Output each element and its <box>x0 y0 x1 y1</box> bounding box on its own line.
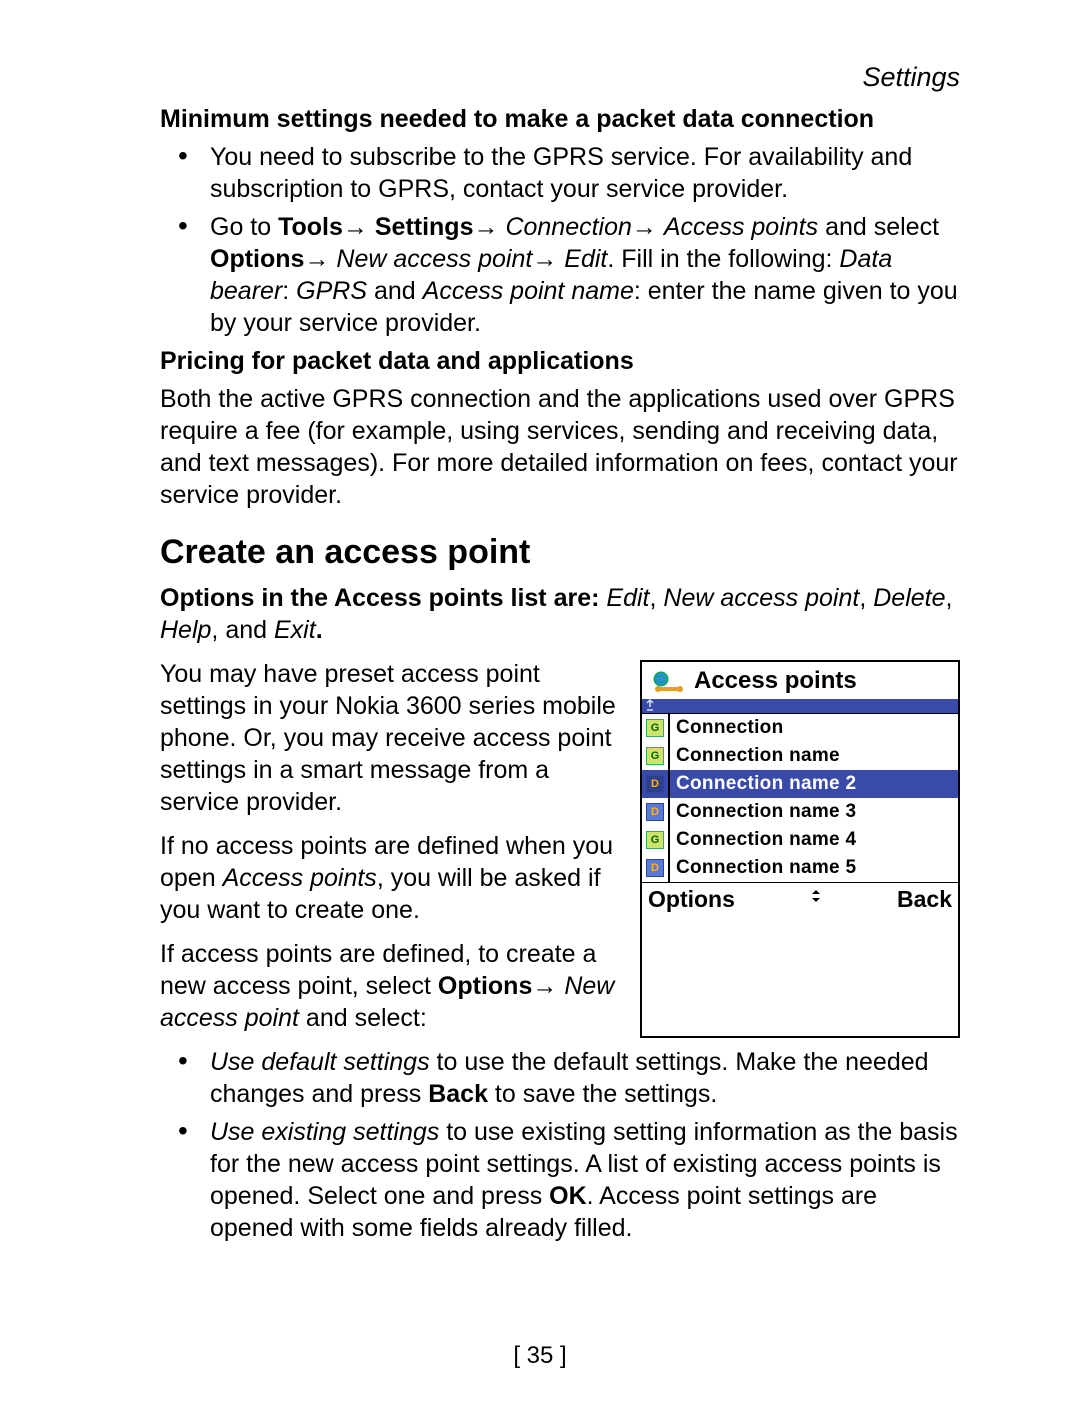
phone-screenshot: Access points GGDDGD ConnectionConnectio… <box>640 660 960 1038</box>
preset-para: You may have preset access point setting… <box>160 658 620 818</box>
gprs-icon: G <box>642 826 668 854</box>
t: and select <box>818 213 939 241</box>
access-point-row[interactable]: Connection name 3 <box>670 798 958 826</box>
data-icon: D <box>642 798 668 826</box>
opt-edit: Edit <box>606 584 649 612</box>
apn-label: Access point name <box>423 277 634 305</box>
gprs-icon: G <box>642 714 668 742</box>
options-label: Options <box>210 245 304 273</box>
pricing-para: Both the active GPRS connection and the … <box>160 383 960 511</box>
section-tag: Settings <box>160 60 960 95</box>
phone-list: GGDDGD ConnectionConnection nameConnecti… <box>642 713 958 883</box>
access-point-row[interactable]: Connection name 4 <box>670 826 958 854</box>
phone-status-bar <box>642 699 958 713</box>
connection-label: Connection <box>505 213 631 241</box>
tools-label: Tools <box>278 213 343 241</box>
t: and <box>367 277 423 305</box>
options-label: Options <box>438 972 532 1000</box>
t: . <box>316 616 323 644</box>
arrow-icon: → <box>632 213 664 241</box>
signal-icon <box>644 699 656 713</box>
back-label: Back <box>428 1080 488 1108</box>
access-point-row[interactable]: Connection <box>670 714 958 742</box>
phone-softkeys: Options Back <box>642 883 958 916</box>
bullet-path: Go to Tools→ Settings→ Connection→ Acces… <box>160 211 960 339</box>
edit-label: Edit <box>564 245 607 273</box>
globe-connector-icon <box>650 670 684 692</box>
use-default-label: Use default settings <box>210 1048 430 1076</box>
arrow-icon: → <box>473 213 505 241</box>
ok-label: OK <box>549 1182 587 1210</box>
opt-delete: Delete <box>873 584 945 612</box>
subhead-min-settings: Minimum settings needed to make a packet… <box>160 103 960 135</box>
bullet-use-existing: Use existing settings to use existing se… <box>160 1116 960 1244</box>
t: and <box>225 616 274 644</box>
gprs-icon: G <box>642 742 668 770</box>
data-icon: D <box>642 854 668 882</box>
arrow-icon: → <box>532 245 564 273</box>
use-existing-label: Use existing settings <box>210 1118 439 1146</box>
settings-label: Settings <box>375 213 474 241</box>
t: to save the settings. <box>488 1080 717 1108</box>
subhead-pricing: Pricing for packet data and applications <box>160 345 960 377</box>
bullet-subscribe: You need to subscribe to the GPRS servic… <box>160 141 960 205</box>
t: : <box>282 277 296 305</box>
access-point-row[interactable]: Connection name 2 <box>670 770 958 798</box>
t: and select: <box>299 1004 427 1032</box>
nap-label: New access point <box>336 245 532 273</box>
ap-italic: Access points <box>223 864 377 892</box>
t: Options in the Access points list are: <box>160 584 606 612</box>
opt-new-access-point: New access point <box>663 584 859 612</box>
bullet-text: You need to subscribe to the GPRS servic… <box>210 143 912 203</box>
t: . Fill in the following: <box>607 245 839 273</box>
options-sentence: Options in the Access points list are: E… <box>160 582 960 646</box>
gprs-label: GPRS <box>296 277 367 305</box>
no-ap-para: If no access points are defined when you… <box>160 830 620 926</box>
page-number: [ 35 ] <box>0 1341 1080 1372</box>
create-ap-para: If access points are defined, to create … <box>160 938 620 1034</box>
phone-title-text: Access points <box>694 666 857 697</box>
phone-titlebar: Access points <box>642 662 958 699</box>
access-points-label: Access points <box>664 213 818 241</box>
nav-updown-icon[interactable] <box>809 888 823 910</box>
heading-create-access-point: Create an access point <box>160 531 960 575</box>
softkey-back[interactable]: Back <box>897 885 952 914</box>
opt-help: Help <box>160 616 211 644</box>
data-icon: D <box>642 770 668 798</box>
arrow-icon: → <box>532 972 564 1000</box>
softkey-options[interactable]: Options <box>648 885 735 914</box>
arrow-icon: → <box>304 245 336 273</box>
bullet-use-default: Use default settings to use the default … <box>160 1046 960 1110</box>
access-point-row[interactable]: Connection name <box>670 742 958 770</box>
access-point-row[interactable]: Connection name 5 <box>670 854 958 882</box>
opt-exit: Exit <box>274 616 316 644</box>
t: Go to <box>210 213 278 241</box>
arrow-icon: → <box>343 213 375 241</box>
